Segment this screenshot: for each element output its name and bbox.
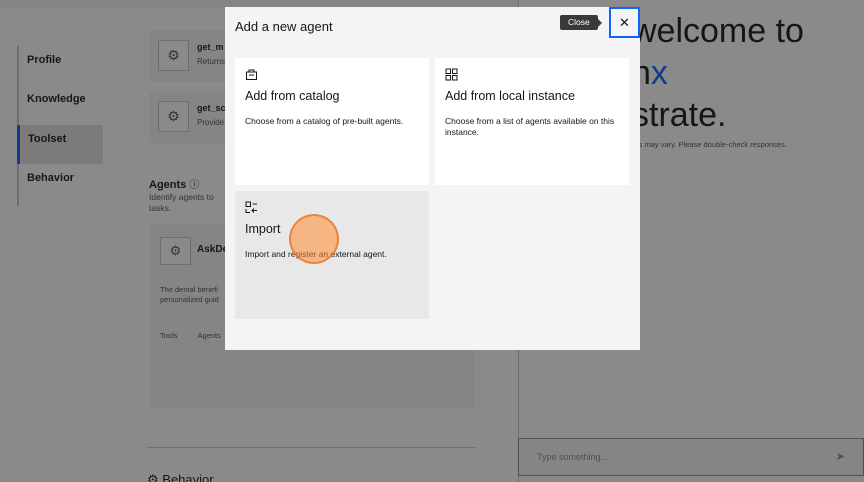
catalog-icon	[245, 68, 258, 84]
tile-import[interactable]: Import Import and register an external a…	[235, 191, 429, 319]
tile-add-from-local-instance[interactable]: Add from local instance Choose from a li…	[435, 58, 629, 185]
modal-title: Add a new agent	[235, 19, 333, 34]
tile-desc: Choose from a catalog of pre-built agent…	[245, 116, 404, 126]
tile-title: Import	[245, 222, 281, 236]
grid-icon	[445, 68, 458, 84]
close-tooltip: Close	[560, 15, 602, 30]
tile-title: Add from local instance	[445, 89, 575, 103]
import-icon	[245, 201, 258, 217]
tile-title: Add from catalog	[245, 89, 340, 103]
tile-add-from-catalog[interactable]: Add from catalog Choose from a catalog o…	[235, 58, 429, 185]
add-agent-modal: Add a new agent Close ✕ Add from catalog…	[225, 7, 640, 350]
close-button[interactable]: ✕	[609, 7, 640, 38]
tile-desc: Import and register an external agent.	[245, 249, 387, 259]
tile-desc: Choose from a list of agents available o…	[445, 116, 615, 137]
close-icon: ✕	[619, 14, 630, 30]
